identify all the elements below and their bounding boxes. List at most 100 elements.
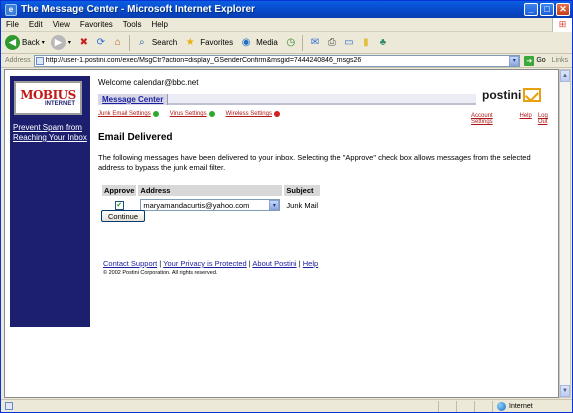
forward-dropdown-icon[interactable]: ▾ [68,39,71,46]
status-bar: Internet [1,399,572,412]
approve-checkbox[interactable]: ✔ [114,200,124,210]
forward-button[interactable]: ▶ ▾ [50,35,71,50]
menu-help[interactable]: Help [146,20,172,29]
favorites-label: Favorites [200,38,234,47]
edit-icon[interactable]: ▭ [342,36,356,50]
address-label: Address [5,57,31,64]
media-globe-icon: ◉ [241,37,251,48]
back-button[interactable]: ◀ Back ▾ [5,35,45,50]
wireless-settings-link[interactable]: Wireless Settings [226,111,280,117]
minimize-button[interactable]: _ [524,3,538,16]
copyright-text: © 2002 Postini Corporation. All rights r… [103,270,218,276]
favorites-button[interactable]: ★ Favorites [183,36,233,50]
address-select-value: maryamandacurtis@yahoo.com [143,200,250,210]
contact-support-link[interactable]: Contact Support [103,259,157,268]
page-icon [35,56,44,65]
account-settings-link[interactable]: Account Settings [471,113,514,125]
back-dropdown-icon[interactable]: ▾ [42,39,45,46]
address-input[interactable]: http://user-1.postini.com/exec/MsgCtr?ac… [33,54,521,67]
back-label: Back [22,38,40,47]
go-label: Go [536,57,546,64]
postini-wordmark: postini [482,88,522,102]
junk-email-settings-label: Junk Email Settings [98,111,151,117]
toolbar: ◀ Back ▾ ▶ ▾ ✖ ⟳ ⌂ ⌕ Search ★ Favorites … [1,32,572,54]
table-header-row: Approve Address Subject [102,185,321,196]
print-icon[interactable]: ⎙ [325,36,339,50]
ie-icon: e [5,3,17,16]
account-links: Account Settings Help Log Out [465,113,558,125]
description-text: The following messages have been deliver… [98,153,531,172]
refresh-icon[interactable]: ⟳ [94,36,108,50]
footer-help-link[interactable]: Help [303,259,318,268]
tab-message-center[interactable]: Message Center [98,94,169,105]
mail-icon[interactable]: ✉ [308,36,322,50]
page-title: Email Delivered [98,132,173,143]
virus-settings-link[interactable]: Virus Settings [170,111,215,117]
address-cell: maryamandacurtis@yahoo.com ▾ [138,198,282,212]
zone-label: Internet [509,402,533,410]
toolbar-separator [128,34,130,51]
media-label: Media [256,38,278,47]
page-status-icon [5,402,13,410]
status-red-icon [273,111,280,117]
forward-arrow-icon: ▶ [50,35,66,50]
menu-edit[interactable]: Edit [24,20,48,29]
search-button[interactable]: ⌕ Search [135,36,177,50]
log-out-link[interactable]: Log Out [538,113,558,125]
junk-email-settings-link[interactable]: Junk Email Settings [98,111,159,117]
tab-bar: Message Center [98,94,476,105]
continue-button[interactable]: Continue [101,210,145,222]
internet-globe-icon [497,401,506,411]
about-postini-link[interactable]: About Postini [252,259,296,268]
stop-icon[interactable]: ✖ [77,36,91,50]
maximize-button[interactable]: □ [540,3,554,16]
close-button[interactable]: ✕ [556,3,570,16]
envelope-check-icon [523,88,542,102]
windows-logo-icon: ⊞ [552,17,572,32]
status-cell [438,400,456,412]
window-title: The Message Center - Microsoft Internet … [21,4,255,15]
menu-view[interactable]: View [48,20,75,29]
back-arrow-icon: ◀ [5,35,20,50]
help-link[interactable]: Help [520,113,532,125]
prevent-spam-link[interactable]: Prevent Spam from Reaching Your Inbox [13,123,89,143]
address-url[interactable]: http://user-1.postini.com/exec/MsgCtr?ac… [46,57,510,64]
header-approve: Approve [102,185,137,196]
privacy-link[interactable]: Your Privacy is Protected [163,259,247,268]
menu-favorites[interactable]: Favorites [75,20,118,29]
subject-cell: Junk Mail [286,200,319,210]
footer-links: Contact Support | Your Privacy is Protec… [103,259,319,268]
settings-links: Junk Email Settings Virus Settings Wirel… [98,111,291,117]
toolbar-separator [301,34,303,51]
media-button[interactable]: ◉ Media [239,36,278,50]
welcome-text: Welcome calendar@bbc.net [98,78,199,87]
status-green-icon [152,111,159,117]
chevron-down-icon[interactable]: ▾ [269,200,280,210]
links-label[interactable]: Links [552,57,572,64]
home-icon[interactable]: ⌂ [111,36,125,50]
scroll-down-icon[interactable]: ▼ [560,385,570,397]
virus-settings-label: Virus Settings [169,111,207,117]
vertical-scrollbar[interactable]: ▲ ▼ [559,69,571,398]
security-zone: Internet [492,400,572,412]
address-dropdown-icon[interactable]: ▾ [509,55,520,66]
search-icon: ⌕ [139,37,145,48]
menu-file[interactable]: File [1,20,24,29]
address-select[interactable]: maryamandacurtis@yahoo.com ▾ [140,199,281,211]
search-label: Search [151,38,178,47]
folder-icon[interactable]: ▮ [359,36,373,50]
menu-tools[interactable]: Tools [118,20,147,29]
left-sidebar: MOBIUS INTERNET Prevent Spam from Reachi… [10,76,90,327]
messenger-icon[interactable]: ♣ [376,36,390,50]
history-icon[interactable]: ◷ [284,36,298,50]
mobius-logo: MOBIUS INTERNET [14,81,82,115]
postini-logo: postini [482,85,552,105]
menu-bar: File Edit View Favorites Tools Help ⊞ [1,17,572,32]
wireless-settings-label: Wireless Settings [225,111,272,117]
scroll-up-icon[interactable]: ▲ [560,70,570,82]
status-cell [456,400,474,412]
go-arrow-icon: ➔ [524,55,535,66]
status-cell [474,400,492,412]
star-icon: ★ [185,37,195,48]
go-button[interactable]: ➔ Go [520,55,551,66]
